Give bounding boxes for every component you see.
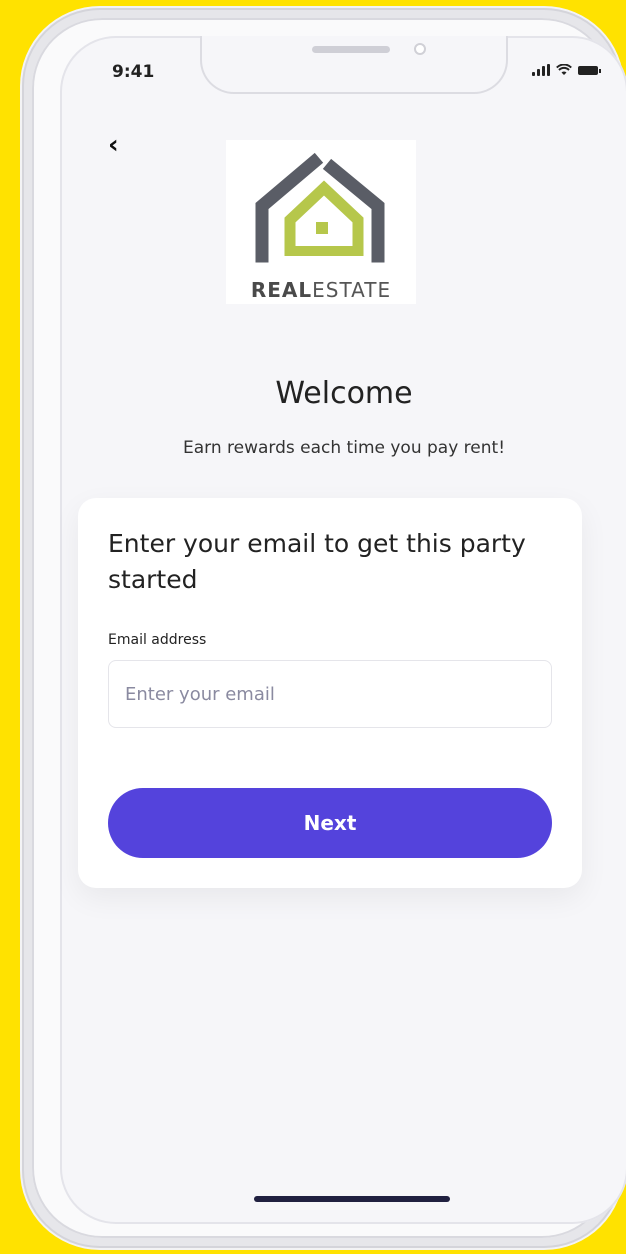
notch	[200, 36, 508, 94]
back-icon[interactable]: ‹	[108, 132, 119, 158]
brand-wordmark-bold: REAL	[250, 278, 313, 302]
wifi-icon	[556, 64, 572, 75]
brand-logo: REALESTATE	[226, 140, 416, 304]
brand-wordmark-regular: ESTATE	[312, 278, 392, 302]
next-button[interactable]: Next	[108, 788, 552, 858]
front-camera	[414, 43, 426, 55]
page-title: Welcome	[275, 376, 413, 411]
page-subtitle: Earn rewards each time you pay rent!	[182, 438, 506, 458]
battery-icon	[578, 65, 601, 75]
card-heading: Enter your email to get this party start…	[108, 529, 526, 594]
app-screen: 9:41 ‹ REALESTATE Welcome Earn rewards e…	[60, 36, 626, 1224]
email-card: Enter your email to get this party start…	[78, 498, 582, 888]
status-time: 9:41	[112, 62, 155, 82]
status-icons	[532, 64, 601, 76]
email-field[interactable]	[108, 660, 552, 728]
signal-icon	[532, 64, 550, 76]
house-logo-icon	[255, 152, 385, 263]
brand-wordmark: REALESTATE	[226, 278, 416, 302]
email-label: Email address	[108, 632, 207, 648]
home-indicator	[254, 1196, 450, 1202]
speaker	[312, 46, 390, 53]
